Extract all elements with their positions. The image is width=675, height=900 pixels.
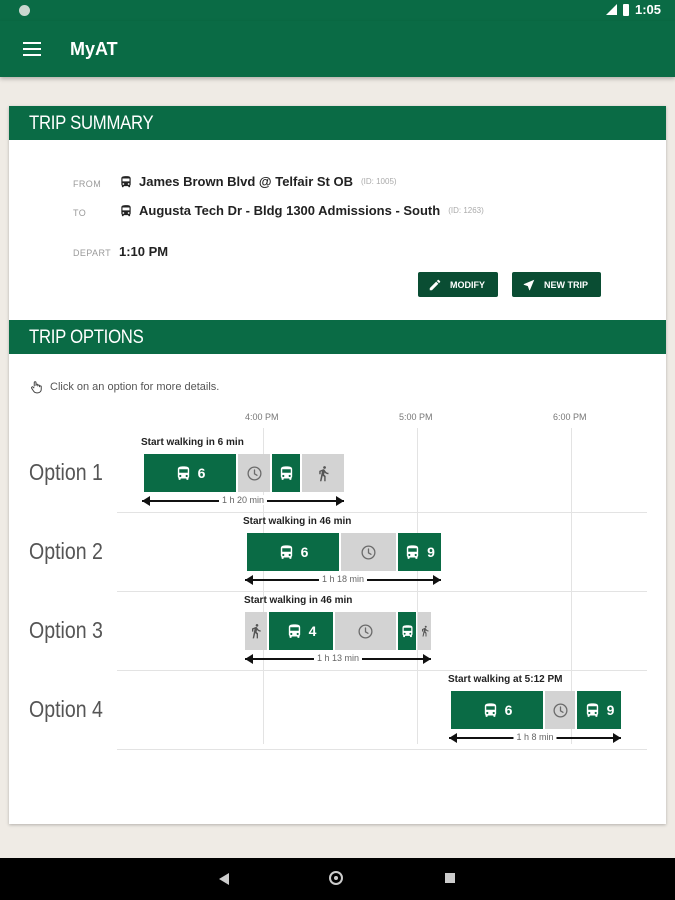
walk-segment [418,612,431,650]
bus-icon [278,465,295,482]
time-tick-4pm: 4:00 PM [245,412,279,422]
status-right: 1:05 [605,2,661,17]
duration-text: 1 h 8 min [513,732,557,742]
to-label: TO [73,208,87,218]
new-trip-label: NEW TRIP [544,279,588,290]
signal-icon [605,4,617,15]
app-title: MyAT [70,39,118,59]
duration-bar: 1 h 18 min [245,574,441,586]
wait-segment [341,533,396,571]
bus-segment [272,454,300,492]
bus-icon [482,702,499,719]
bus-segment: 4 [269,612,333,650]
row-divider [117,670,647,671]
trip-summary-header: TRIP SUMMARY [9,106,666,140]
pencil-icon [429,279,441,290]
home-icon[interactable] [329,871,343,885]
bus-icon [400,624,415,639]
duration-bar: 1 h 8 min [449,732,621,744]
row-divider [117,749,647,750]
bus-segment: 9 [398,533,441,571]
option-label: Option 4 [29,696,103,722]
trip-options-title: TRIP OPTIONS [29,327,144,348]
bus-segment: 6 [247,533,339,571]
to-stop-id: (ID: 1263) [448,206,484,215]
time-tick-5pm: 5:00 PM [399,412,433,422]
recents-icon[interactable] [445,873,455,883]
depart-time: 1:10 PM [119,244,169,259]
clock-icon [246,465,263,482]
bus-icon [119,204,133,218]
duration-bar: 1 h 20 min [142,495,344,507]
duration-bar: 1 h 13 min [245,653,431,665]
row-divider [117,591,647,592]
battery-icon [622,3,629,16]
modify-label: MODIFY [450,279,485,290]
route-number: 9 [427,544,435,560]
bus-segment [398,612,416,650]
menu-icon[interactable] [23,42,41,56]
row-divider [117,512,647,513]
to-row: Augusta Tech Dr - Bldg 1300 Admissions -… [119,203,484,218]
from-stop: James Brown Blvd @ Telfair St OB [139,174,353,189]
bus-segment: 9 [577,691,621,729]
walk-icon [419,624,431,638]
status-time: 1:05 [634,2,661,17]
system-nav-bar [0,858,675,900]
options-hint: Click on an option for more details. [29,380,219,394]
start-walking-text: Start walking at 5:12 PM [448,674,563,685]
duration-text: 1 h 13 min [313,653,363,663]
bus-icon [584,702,601,719]
gridline-5pm [417,428,418,744]
clock-icon [360,544,377,561]
option-label: Option 2 [29,538,103,564]
clock-icon [552,702,569,719]
bus-icon [286,623,303,640]
time-tick-6pm: 6:00 PM [553,412,587,422]
wait-segment [545,691,575,729]
bus-segment: 6 [144,454,236,492]
trip-card: TRIP SUMMARY FROM James Brown Blvd @ Tel… [9,106,666,824]
wait-segment [335,612,396,650]
walk-segment [245,612,267,650]
route-number: 9 [606,702,615,718]
modify-button[interactable]: MODIFY [418,272,498,297]
new-trip-button[interactable]: NEW TRIP [512,272,601,297]
wait-segment [238,454,270,492]
walk-segment [302,454,344,492]
route-number: 4 [308,623,317,639]
duration-text: 1 h 20 min [218,495,268,505]
trip-summary-title: TRIP SUMMARY [29,113,154,134]
app-bar: MyAT [0,21,675,77]
from-label: FROM [73,179,102,189]
route-number: 6 [504,702,513,718]
clock-icon [357,623,374,640]
bus-icon [278,544,295,561]
from-row: James Brown Blvd @ Telfair St OB (ID: 10… [119,174,397,189]
bus-icon [404,544,421,561]
start-walking-text: Start walking in 6 min [141,437,244,448]
walk-icon [248,623,264,639]
duration-text: 1 h 18 min [318,574,368,584]
bus-icon [175,465,192,482]
to-stop: Augusta Tech Dr - Bldg 1300 Admissions -… [139,203,441,218]
bus-segment: 6 [451,691,543,729]
navigation-arrow-icon [523,279,535,290]
trip-options-header: TRIP OPTIONS [9,320,666,354]
notification-icon [19,5,30,16]
depart-label: DEPART [73,248,112,258]
status-bar: 1:05 [0,0,675,21]
hint-text: Click on an option for more details. [50,381,220,393]
option-label: Option 3 [29,617,103,643]
hand-pointer-icon [31,381,42,394]
start-walking-text: Start walking in 46 min [243,516,352,527]
from-stop-id: (ID: 1005) [361,177,397,186]
start-walking-text: Start walking in 46 min [244,595,353,606]
bus-icon [119,175,133,189]
route-number: 6 [197,465,206,481]
option-label: Option 1 [29,459,103,485]
walk-icon [315,465,332,482]
back-icon[interactable] [219,873,229,885]
route-number: 6 [300,544,309,560]
